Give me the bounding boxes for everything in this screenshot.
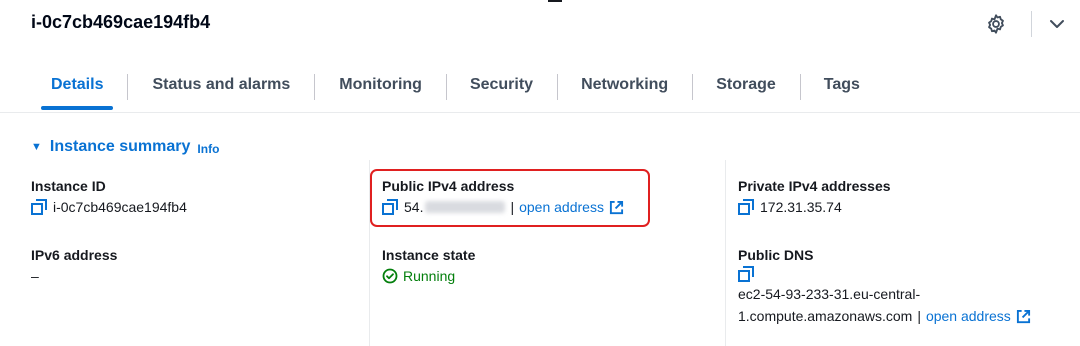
section-title: Instance summary	[49, 138, 191, 155]
tab-security[interactable]: Security	[470, 70, 533, 104]
field-label: Public IPv4 address	[382, 178, 515, 194]
external-link-icon[interactable]	[1016, 309, 1031, 324]
field-label: Private IPv4 addresses	[738, 178, 891, 194]
text-cursor	[548, 0, 562, 2]
separator: |	[917, 308, 921, 324]
tab-list: Details Status and alarms Monitoring Sec…	[31, 70, 860, 110]
header-divider	[1031, 11, 1032, 37]
field-label: Instance ID	[31, 178, 106, 194]
instance-state-value: Running	[403, 268, 456, 284]
field-label: Public DNS	[738, 247, 814, 263]
tab-details[interactable]: Details	[40, 70, 115, 110]
page-title: i-0c7cb469cae194fb4	[31, 12, 211, 32]
tab-status-and-alarms[interactable]: Status and alarms	[152, 70, 290, 104]
tab-networking[interactable]: Networking	[581, 70, 668, 104]
tab-storage[interactable]: Storage	[716, 70, 776, 104]
tab-separator	[445, 74, 447, 100]
field-value-row: 172.31.35.74	[738, 197, 891, 217]
tab-separator	[692, 74, 694, 100]
field-value-row: 54. | open address	[382, 197, 624, 217]
column-divider	[725, 160, 726, 346]
open-address-link[interactable]: open address	[926, 306, 1011, 326]
open-address-link[interactable]: open address	[519, 197, 604, 217]
field-label: IPv6 address	[31, 247, 118, 263]
gear-icon[interactable]	[985, 13, 1007, 35]
field-label: Instance state	[382, 247, 476, 263]
public-ipv4-value: 54.	[404, 199, 424, 215]
public-ipv4-field: Public IPv4 address 54. | open address	[382, 177, 624, 217]
field-value-row	[738, 266, 1031, 282]
field-value-row: 1.compute.amazonaws.com | open address	[738, 306, 1031, 326]
field-value-row: Running	[382, 266, 475, 286]
tab-separator	[557, 74, 559, 100]
instance-summary-header[interactable]: ▼ Instance summary Info	[31, 138, 219, 156]
tab-separator	[799, 74, 801, 100]
private-ipv4-field: Private IPv4 addresses 172.31.35.74	[738, 177, 891, 217]
instance-id-field: Instance ID i-0c7cb469cae194fb4	[31, 177, 187, 217]
tab-monitoring[interactable]: Monitoring	[339, 70, 422, 104]
info-link[interactable]: Info	[197, 142, 219, 156]
check-circle-icon	[382, 268, 398, 284]
caret-down-icon[interactable]: ▼	[31, 141, 42, 153]
public-dns-line1: ec2-54-93-233-31.eu-central-	[738, 286, 921, 302]
copy-icon[interactable]	[382, 199, 398, 215]
external-link-icon[interactable]	[609, 200, 624, 215]
ipv6-value: –	[31, 268, 39, 284]
public-dns-line2: 1.compute.amazonaws.com	[738, 308, 913, 324]
field-value-row: i-0c7cb469cae194fb4	[31, 197, 187, 217]
private-ipv4-value: 172.31.35.74	[760, 199, 842, 215]
ipv6-field: IPv6 address –	[31, 246, 117, 286]
copy-icon[interactable]	[31, 199, 47, 215]
instance-state-field: Instance state Running	[382, 246, 475, 286]
copy-icon[interactable]	[738, 199, 754, 215]
copy-icon[interactable]	[738, 266, 754, 282]
instance-id-value: i-0c7cb469cae194fb4	[53, 199, 187, 215]
tabs-divider	[0, 112, 1080, 113]
tab-tags[interactable]: Tags	[824, 70, 860, 104]
separator: |	[510, 199, 515, 215]
tab-separator	[127, 74, 129, 100]
chevron-down-icon[interactable]	[1048, 15, 1066, 33]
tab-separator	[314, 74, 316, 100]
public-dns-field: Public DNS ec2-54-93-233-31.eu-central- …	[738, 246, 1031, 326]
redacted-blur	[425, 201, 506, 213]
